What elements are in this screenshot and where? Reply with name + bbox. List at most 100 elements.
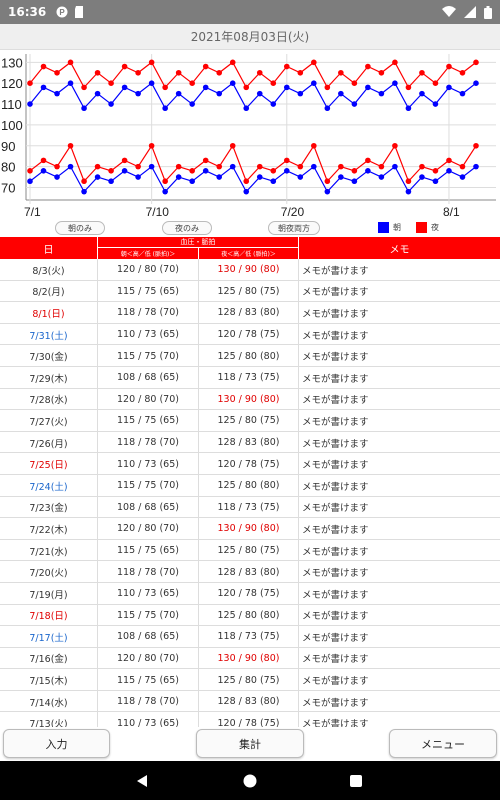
summary-button[interactable]: 集計 — [196, 729, 304, 758]
table-row[interactable]: 7/27(火) 115 / 75 (65) 125 / 80 (75) メモが書けます — [0, 410, 500, 432]
row-night-reading: 130 / 90 (80) — [199, 259, 299, 281]
row-night-reading: 125 / 80 (75) — [199, 280, 299, 303]
row-memo: メモが書けます — [302, 395, 369, 407]
table-row[interactable]: 8/3(火) 120 / 80 (70) 130 / 90 (80) メモが書けます — [0, 259, 500, 281]
table-row[interactable]: 7/14(水) 118 / 78 (70) 128 / 83 (80) メモが書けます — [0, 690, 500, 713]
table-row[interactable]: 7/18(日) 115 / 75 (70) 125 / 80 (80) メモが書けます — [0, 604, 500, 627]
data-point-systolic — [446, 84, 452, 91]
row-night-reading: 120 / 78 (75) — [199, 453, 299, 475]
data-point-diastolic — [419, 163, 425, 170]
data-point-diastolic — [81, 188, 87, 195]
table-row[interactable]: 7/28(水) 120 / 80 (70) 130 / 90 (80) メモが書けます — [0, 388, 500, 411]
data-point-systolic — [81, 84, 87, 91]
data-point-systolic — [94, 90, 101, 97]
row-memo: メモが書けます — [302, 308, 369, 320]
data-point-systolic — [202, 84, 209, 91]
menu-button[interactable]: メニュー — [389, 729, 497, 758]
table-row[interactable]: 7/19(月) 110 / 73 (65) 120 / 78 (75) メモが書けます — [0, 582, 500, 605]
row-morning-reading: 120 / 80 (70) — [98, 388, 199, 411]
table-row[interactable]: 7/31(土) 110 / 73 (65) 120 / 78 (75) メモが書けます — [0, 323, 500, 346]
table-row[interactable]: 7/23(金) 108 / 68 (65) 118 / 73 (75) メモが書けます — [0, 496, 500, 519]
row-morning-reading: 120 / 80 (70) — [98, 518, 199, 540]
legend-morning: 朝 — [378, 222, 401, 233]
row-night-reading: 120 / 78 (75) — [199, 323, 299, 346]
table-row[interactable]: 7/24(土) 115 / 75 (70) 125 / 80 (80) メモが書けます — [0, 474, 500, 497]
data-point-diastolic — [243, 178, 250, 185]
x-tick-label: 7/10 — [146, 205, 170, 219]
data-point-diastolic — [405, 178, 412, 185]
row-night-reading: 118 / 73 (75) — [199, 366, 299, 389]
row-morning-reading: 110 / 73 (65) — [98, 712, 199, 727]
recents-icon[interactable] — [326, 761, 386, 800]
data-point-diastolic — [311, 163, 317, 170]
table-row[interactable]: 8/1(日) 118 / 78 (70) 128 / 83 (80) メモが書けます — [0, 302, 500, 324]
filter-both-button[interactable]: 朝夜両方 — [268, 221, 320, 235]
data-point-systolic — [121, 84, 128, 91]
data-point-diastolic — [392, 142, 398, 149]
data-point-systolic — [148, 59, 155, 66]
data-point-diastolic — [148, 163, 155, 170]
data-point-systolic — [338, 90, 344, 97]
data-point-diastolic — [27, 178, 33, 185]
row-date: 8/1(日) — [0, 302, 98, 324]
row-morning-reading: 108 / 68 (65) — [98, 496, 199, 519]
table-row[interactable]: 7/17(土) 108 / 68 (65) 118 / 73 (75) メモが書けます — [0, 626, 500, 648]
table-row[interactable]: 7/29(木) 108 / 68 (65) 118 / 73 (75) メモが書けます — [0, 366, 500, 389]
data-point-diastolic — [473, 142, 479, 149]
table-row[interactable]: 7/20(火) 118 / 78 (70) 128 / 83 (80) メモが書けます — [0, 561, 500, 583]
row-date: 7/13(火) — [0, 712, 98, 727]
data-point-diastolic — [392, 163, 398, 170]
data-point-diastolic — [40, 168, 47, 174]
table-row[interactable]: 7/26(月) 118 / 78 (70) 128 / 83 (80) メモが書けます — [0, 431, 500, 454]
data-point-systolic — [175, 69, 182, 76]
filter-night-only-button[interactable]: 夜のみ — [162, 221, 212, 235]
table-row[interactable]: 7/13(火) 110 / 73 (65) 120 / 78 (75) メモが書けます — [0, 712, 500, 727]
data-point-systolic — [459, 90, 466, 97]
row-memo: メモが書けます — [302, 697, 369, 709]
table-row[interactable]: 7/16(金) 120 / 80 (70) 130 / 90 (80) メモが書けます — [0, 647, 500, 670]
table-row[interactable]: 8/2(月) 115 / 75 (65) 125 / 80 (75) メモが書けます — [0, 280, 500, 303]
row-memo: メモが書けます — [302, 438, 369, 450]
data-point-systolic — [405, 84, 412, 91]
row-date: 7/29(木) — [0, 366, 98, 389]
data-point-systolic — [108, 80, 114, 86]
data-point-diastolic — [108, 168, 114, 174]
data-point-diastolic — [162, 188, 168, 195]
row-memo: メモが書けます — [302, 632, 369, 644]
data-point-systolic — [148, 80, 155, 86]
row-night-reading: 125 / 80 (75) — [199, 669, 299, 691]
data-point-diastolic — [270, 168, 277, 174]
data-point-systolic — [162, 105, 168, 112]
table-row[interactable]: 7/15(木) 115 / 75 (65) 125 / 80 (75) メモが書けます — [0, 669, 500, 691]
y-tick-label: 70 — [1, 180, 15, 195]
home-icon[interactable] — [220, 761, 280, 800]
date-header: 2021年08月03日(火) — [0, 24, 500, 50]
table-row[interactable]: 7/22(木) 120 / 80 (70) 130 / 90 (80) メモが書けます — [0, 518, 500, 540]
data-point-systolic — [351, 101, 358, 107]
row-morning-reading: 118 / 78 (70) — [98, 302, 199, 324]
current-date: 2021年08月03日(火) — [190, 30, 310, 44]
row-date: 7/14(水) — [0, 690, 98, 713]
p-icon: P — [56, 6, 68, 18]
data-point-diastolic — [135, 174, 141, 180]
data-point-systolic — [283, 63, 290, 70]
filter-morning-only-button[interactable]: 朝のみ — [55, 221, 105, 235]
data-point-diastolic — [189, 168, 195, 174]
table-row[interactable]: 7/30(金) 115 / 75 (70) 125 / 80 (80) メモが書けます — [0, 345, 500, 367]
records-table[interactable]: 8/3(火) 120 / 80 (70) 130 / 90 (80) メモが書けます 8… — [0, 259, 500, 727]
input-button[interactable]: 入力 — [3, 729, 110, 758]
row-memo: メモが書けます — [302, 287, 369, 299]
data-point-diastolic — [243, 188, 250, 195]
data-point-diastolic — [94, 163, 101, 170]
data-point-diastolic — [446, 168, 452, 174]
data-point-diastolic — [67, 163, 74, 170]
row-night-reading: 130 / 90 (80) — [199, 388, 299, 411]
table-row[interactable]: 7/21(水) 115 / 75 (65) 125 / 80 (75) メモが書けます — [0, 539, 500, 562]
data-point-diastolic — [216, 163, 223, 170]
data-point-systolic — [175, 90, 182, 97]
row-date: 7/25(日) — [0, 453, 98, 475]
back-icon[interactable] — [112, 761, 172, 800]
status-bar: 16:36 P — [0, 0, 500, 24]
table-row[interactable]: 7/25(日) 110 / 73 (65) 120 / 78 (75) メモが書けます — [0, 453, 500, 475]
y-tick-label: 100 — [1, 118, 23, 133]
